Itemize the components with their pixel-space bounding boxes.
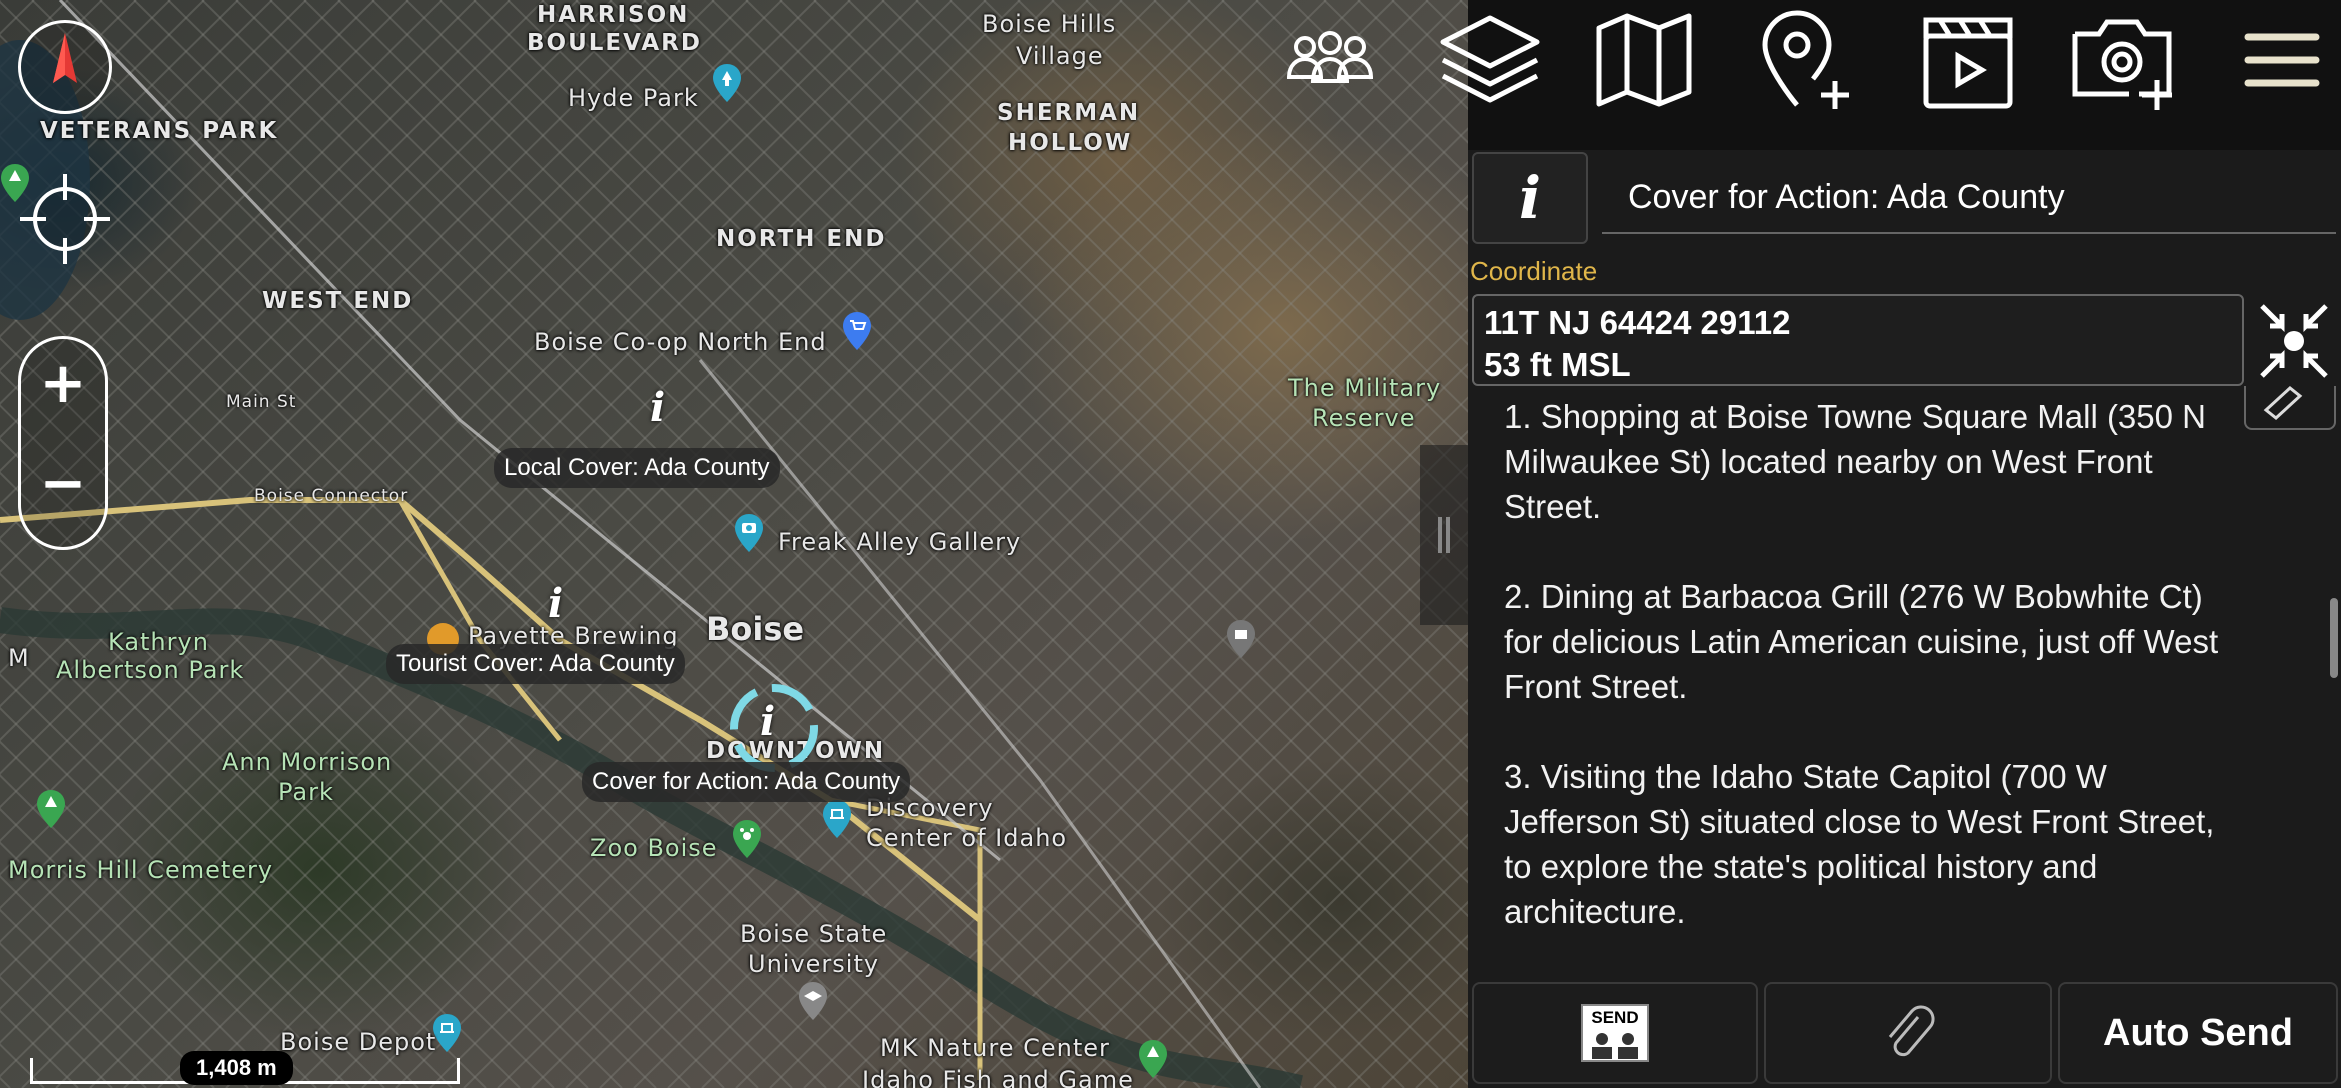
add-point-icon xyxy=(1762,10,1849,109)
map-area-label: HARRISON xyxy=(537,2,690,28)
panel-resize-handle[interactable] xyxy=(1420,445,1468,625)
marker-info-icon[interactable]: i xyxy=(548,580,563,627)
map-icon xyxy=(1596,13,1692,107)
map-area-label: Reserve xyxy=(1312,404,1416,432)
map-view[interactable]: HARRISON BOULEVARD Boise Hills Village Hyde … xyxy=(0,0,1468,1088)
pencil-icon xyxy=(2263,386,2303,420)
museum-pin-icon[interactable] xyxy=(822,800,852,838)
contacts-button[interactable] xyxy=(1270,10,1390,110)
coordinate-grid: 11T NJ 64424 29112 xyxy=(1484,304,1791,341)
map-area-label: Boise Co-op North End xyxy=(534,328,827,356)
marker-label[interactable]: Tourist Cover: Ada County xyxy=(386,644,685,684)
map-area-label: Boise Depot xyxy=(280,1028,437,1056)
add-photo-icon xyxy=(2072,19,2172,110)
coordinate-altitude: 53 ft MSL xyxy=(1484,346,1631,383)
map-area-label: Freak Alley Gallery xyxy=(778,528,1022,556)
auto-send-label: Auto Send xyxy=(2103,1011,2293,1054)
map-area-label: SHERMAN xyxy=(997,100,1141,126)
map-area-label: Kathryn xyxy=(108,628,209,656)
marker-info-icon[interactable]: i xyxy=(650,384,665,431)
edit-remarks-button[interactable] xyxy=(2244,386,2336,430)
add-point-button[interactable] xyxy=(1746,10,1866,110)
map-area-label: Main St xyxy=(226,392,297,412)
map-area-label: The Military xyxy=(1288,374,1442,402)
layers-icon xyxy=(1440,15,1540,103)
gallery-pin-icon[interactable] xyxy=(734,514,764,552)
scale-label: 1,408 m xyxy=(180,1051,293,1085)
marker-label[interactable]: Cover for Action: Ada County xyxy=(582,762,911,802)
park-pin-icon[interactable] xyxy=(1138,1040,1168,1078)
remarks-text[interactable]: 1. Shopping at Boise Towne Square Mall (… xyxy=(1504,394,2224,978)
map-area-label: Morris Hill Cemetery xyxy=(8,856,274,884)
compass-button[interactable] xyxy=(18,20,112,114)
landmark-pin-icon[interactable] xyxy=(1226,620,1256,658)
map-area-label: WEST END xyxy=(262,288,414,314)
send-icon-text: SEND xyxy=(1591,1008,1638,1027)
map-area-label: Ann Morrison xyxy=(222,748,393,776)
send-icon: SEND xyxy=(1581,1004,1649,1062)
map-area-label: HOLLOW xyxy=(1008,130,1133,156)
menu-icon xyxy=(2244,33,2320,87)
map-area-label: Boise Connector xyxy=(254,486,409,506)
map-area-label: Hyde Park xyxy=(568,84,699,112)
map-area-label: Boise xyxy=(706,610,805,648)
map-area-label: Center of Idaho xyxy=(866,824,1068,852)
park-pin-icon[interactable] xyxy=(712,64,742,102)
map-area-label: Albertson Park xyxy=(56,656,245,684)
map-area-label: M xyxy=(8,644,30,672)
map-area-label: Zoo Boise xyxy=(590,834,718,862)
auto-send-button[interactable]: Auto Send xyxy=(2058,982,2338,1084)
remark-item: 3. Visiting the Idaho State Capitol (700… xyxy=(1504,758,2215,930)
remark-item: 2. Dining at Barbacoa Grill (276 W Bobwh… xyxy=(1504,578,2219,705)
compass-icon xyxy=(53,33,77,83)
info-icon: i xyxy=(1518,164,1542,232)
attach-button[interactable] xyxy=(1764,982,2052,1084)
collapse-arrows-icon xyxy=(2260,304,2328,378)
marker-info-icon[interactable]: i xyxy=(760,698,775,745)
collapse-button[interactable] xyxy=(2252,296,2336,386)
map-area-label: Park xyxy=(278,778,334,806)
map-area-label: BOULEVARD xyxy=(527,30,702,56)
info-button[interactable]: i xyxy=(1472,152,1588,244)
send-button[interactable]: SEND xyxy=(1472,982,1758,1084)
map-area-label: Idaho Fish and Game xyxy=(862,1066,1134,1088)
video-button[interactable] xyxy=(1908,10,2028,110)
crosshair-icon xyxy=(20,174,110,264)
menu-button[interactable] xyxy=(2222,10,2341,110)
add-photo-button[interactable] xyxy=(2064,10,2184,110)
paperclip-icon xyxy=(1888,1005,1935,1057)
university-pin-icon[interactable] xyxy=(798,982,828,1020)
map-area-label: VETERANS PARK xyxy=(40,118,279,144)
locate-button[interactable] xyxy=(18,172,112,266)
maps-button[interactable] xyxy=(1584,10,1704,110)
map-area-label: Boise State xyxy=(740,920,888,948)
map-area-label: MK Nature Center xyxy=(880,1034,1110,1062)
contacts-icon xyxy=(1286,31,1374,83)
map-area-label: Village xyxy=(1016,42,1104,70)
map-area-label: Boise Hills xyxy=(982,10,1117,38)
map-area-label: University xyxy=(748,950,880,978)
remark-item: 1. Shopping at Boise Towne Square Mall (… xyxy=(1504,398,2206,525)
coordinate-caption: Coordinate xyxy=(1470,256,1598,286)
zoom-in-button[interactable]: + xyxy=(21,351,105,416)
marker-title-field[interactable]: Cover for Action: Ada County xyxy=(1602,160,2336,234)
video-icon xyxy=(1923,17,2013,109)
zoom-control: + − xyxy=(18,336,108,550)
museum-pin-icon[interactable] xyxy=(432,1014,462,1052)
scrollbar[interactable] xyxy=(2330,598,2338,678)
map-area-label: NORTH END xyxy=(716,226,887,252)
layers-button[interactable] xyxy=(1430,10,1550,110)
zoom-out-button[interactable]: − xyxy=(21,451,105,516)
park-pin-icon[interactable] xyxy=(36,790,66,828)
shopping-pin-icon[interactable] xyxy=(842,312,872,350)
marker-label[interactable]: Local Cover: Ada County xyxy=(494,448,780,488)
zoo-pin-icon[interactable] xyxy=(732,820,762,858)
coordinate-field[interactable]: 11T NJ 64424 29112 53 ft MSL xyxy=(1472,294,2244,386)
